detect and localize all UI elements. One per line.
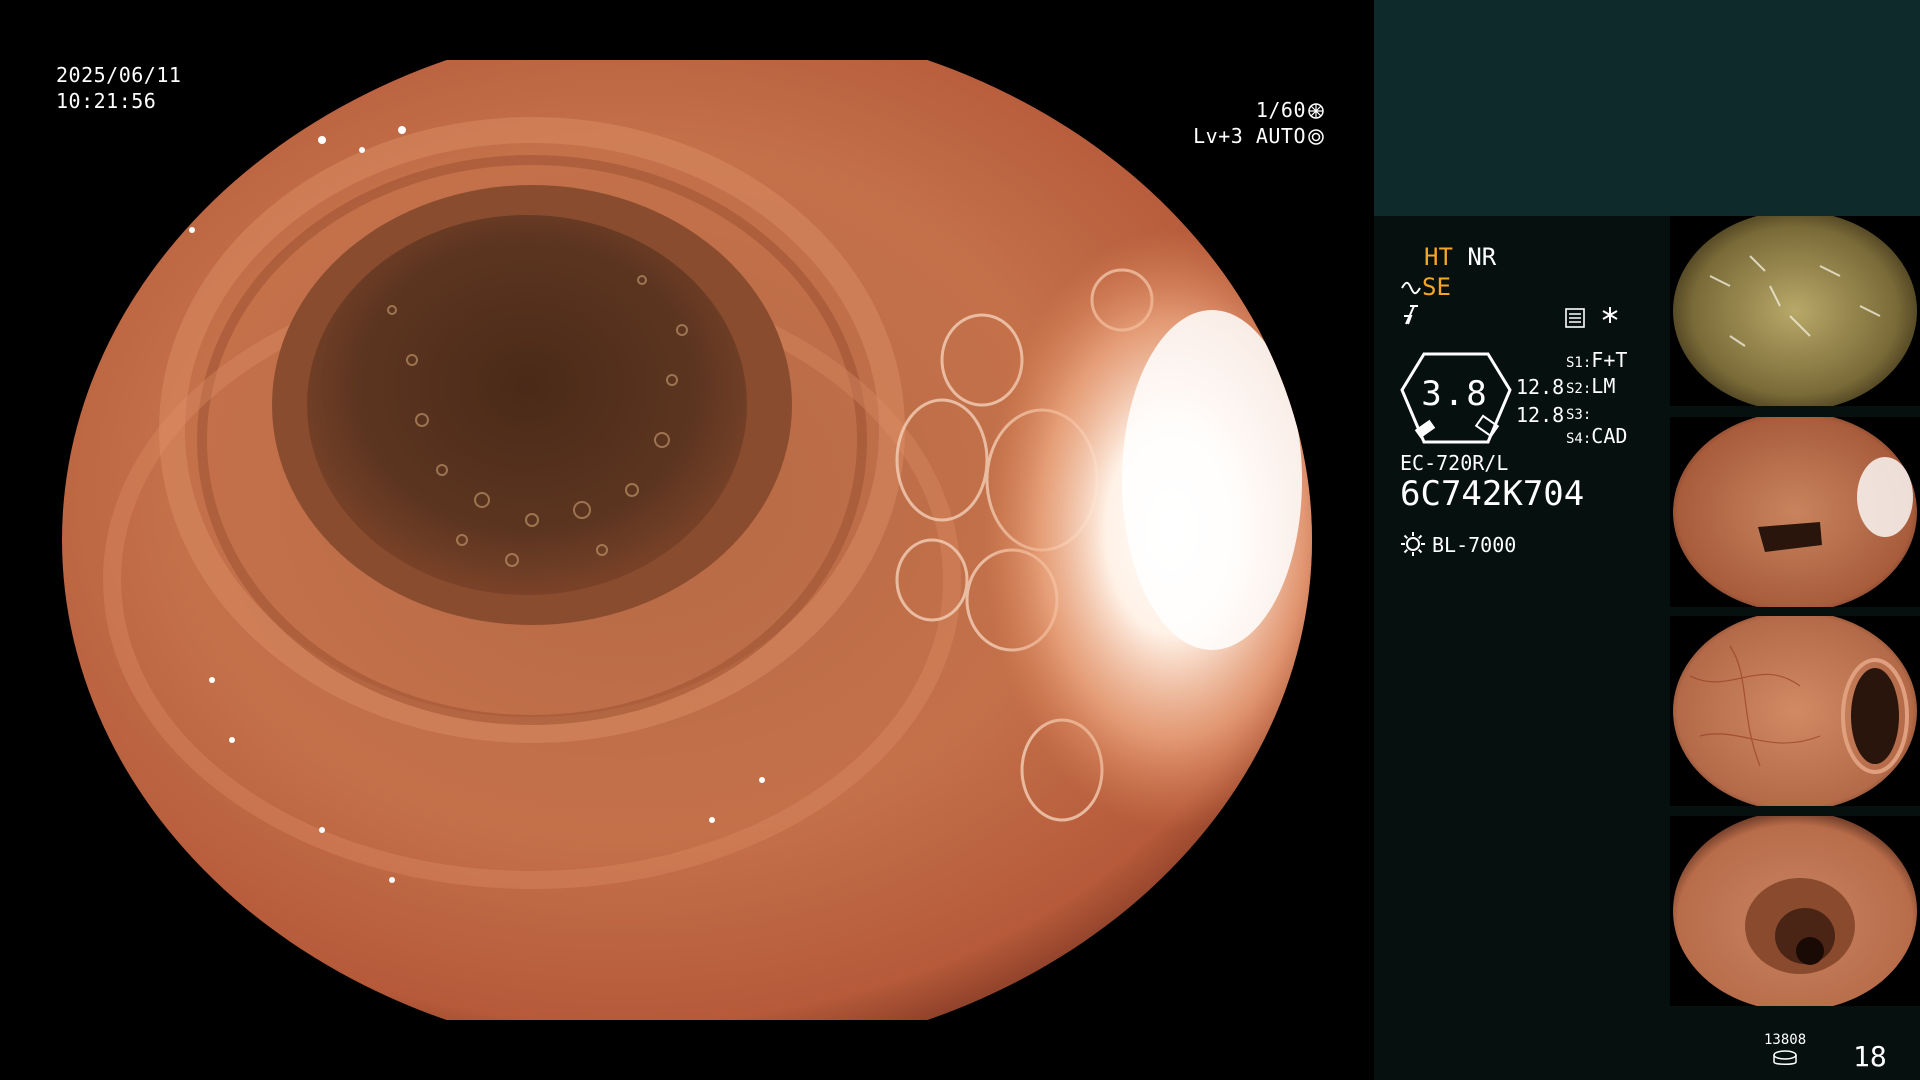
image-counter: 18 [1853, 1040, 1887, 1073]
switch-key: S1: [1566, 355, 1592, 371]
thumbnail-3[interactable] [1670, 616, 1920, 806]
time-text: 10:21:56 [56, 89, 157, 113]
shutter-icon [1308, 103, 1324, 119]
switch-s4: S4:CAD [1566, 424, 1627, 451]
auto-iris-icon [1308, 129, 1324, 145]
lamp-icon [1401, 532, 1425, 556]
shutter-speed: 1/60 [1255, 98, 1306, 122]
switch-s1: S1:F+T [1566, 348, 1627, 375]
star-icon [1600, 302, 1620, 332]
thumbnail-4[interactable] [1670, 816, 1920, 1006]
thumbnail-2[interactable] [1670, 417, 1920, 607]
nr-label: NR [1467, 243, 1497, 271]
scope-serial: 6C742K704 [1400, 474, 1585, 514]
menu-icon [1564, 306, 1586, 336]
se-curve-icon [1401, 281, 1421, 295]
shutter-row: 1/60 [1193, 97, 1324, 123]
gauge-value: 3.8 [1421, 374, 1489, 414]
switch-s3: S3: [1566, 400, 1591, 427]
switch-key: S2: [1566, 381, 1592, 397]
endoscope-view: 2025/06/11 10:21:56 1/60 Lv+3 AUTO [0, 0, 1372, 1080]
iris-row: Lv+3 AUTO [1193, 123, 1324, 149]
se-label: SE [1422, 273, 1451, 301]
enhancement-row: HT NR [1424, 242, 1496, 272]
switch-value: F+T [1591, 348, 1628, 372]
light-source-row: BL-7000 [1400, 530, 1516, 560]
thumbnail-1[interactable] [1670, 216, 1920, 406]
switch-key: S3: [1566, 407, 1592, 423]
exposure-info: 1/60 Lv+3 AUTO [1193, 97, 1324, 149]
endoscope-image [62, 60, 1312, 1020]
gauge-reading-1: 12.8 [1516, 375, 1565, 399]
switch-value: LM [1591, 374, 1616, 398]
frame-counter-small: 13808 [1764, 1032, 1807, 1048]
structure-enhancement-row: SE [1400, 272, 1451, 302]
date-text: 2025/06/11 [56, 63, 182, 87]
switch-s2: S2:LM [1566, 374, 1615, 401]
ht-label: HT [1424, 243, 1453, 271]
flash-icon [1400, 304, 1422, 335]
info-panel: HT NR SE 3.8 12.8 12.8 S1:F+T S2:LM S3: … [1374, 216, 1920, 1080]
switch-value: CAD [1591, 424, 1628, 448]
auto-text: AUTO [1255, 124, 1306, 148]
panel-header-area [1374, 0, 1920, 216]
switch-key: S4: [1566, 431, 1592, 447]
disc-icon [1773, 1050, 1797, 1065]
level-text: Lv+3 [1193, 124, 1244, 148]
light-source-text: BL-7000 [1432, 533, 1517, 557]
datetime-display: 2025/06/11 10:21:56 [56, 62, 181, 114]
gauge-reading-2: 12.8 [1516, 403, 1565, 427]
